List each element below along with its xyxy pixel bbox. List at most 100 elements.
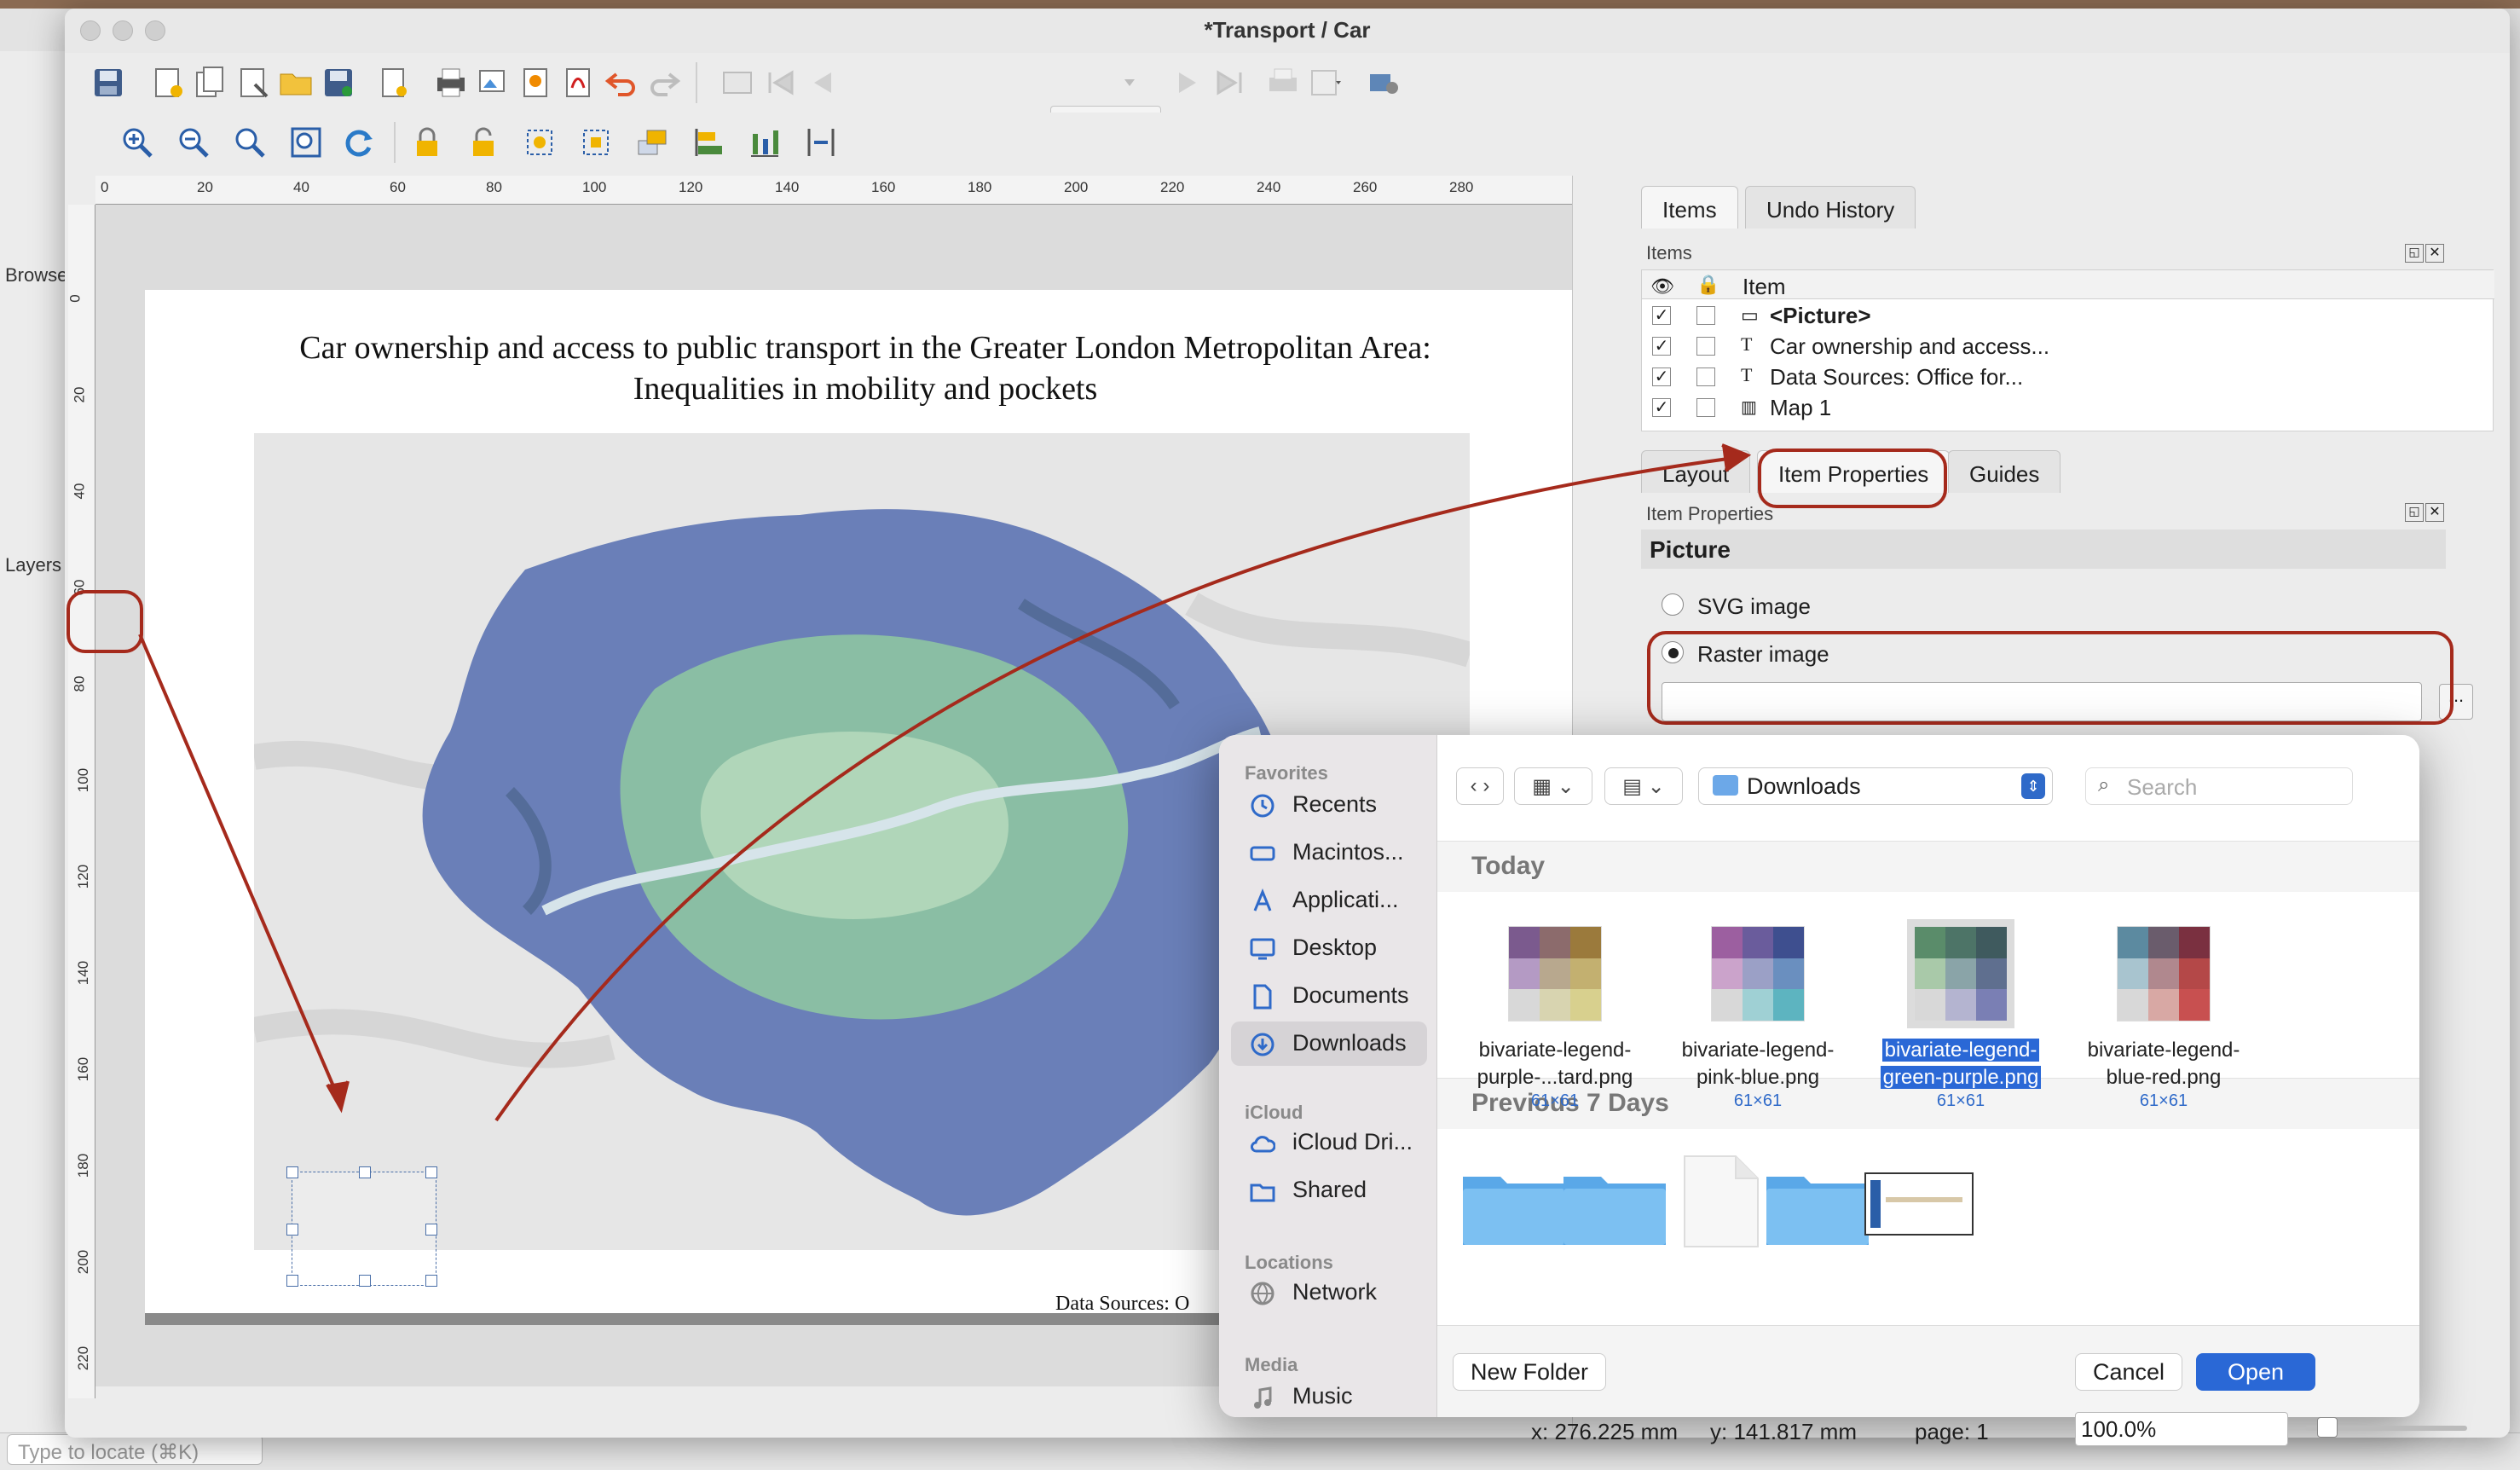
visible-checkbox[interactable]: ✓ [1652, 337, 1671, 356]
sidebar-item-downloads[interactable]: Downloads [1231, 1021, 1427, 1066]
lock-checkbox[interactable] [1696, 306, 1715, 325]
picture-item-selection[interactable] [286, 1166, 437, 1287]
visible-checkbox[interactable]: ✓ [1652, 306, 1671, 325]
tab-guides[interactable]: Guides [1948, 450, 2061, 493]
folder-icon[interactable] [1563, 1163, 1666, 1245]
new-page-icon[interactable] [372, 61, 414, 104]
new-folder-button[interactable]: New Folder [1453, 1353, 1606, 1391]
dropdown-arrow-icon[interactable] [1108, 61, 1151, 104]
previous-feature-icon[interactable] [801, 61, 844, 104]
sidebar-item-icloud-drive[interactable]: iCloud Dri... [1231, 1120, 1427, 1165]
lock-checkbox[interactable] [1696, 337, 1715, 356]
file-item[interactable]: bivariate-legend-pink-blue.png 61×61 [1664, 926, 1852, 1111]
group-items-icon[interactable] [518, 121, 561, 164]
visible-checkbox[interactable]: ✓ [1652, 368, 1671, 386]
sidebar-item-network[interactable]: Network [1231, 1270, 1427, 1315]
sidebar-item-music[interactable]: Music [1231, 1375, 1427, 1417]
resize-handle[interactable] [425, 1275, 437, 1287]
file-item[interactable]: bivariate-legend-green-purple.png 61×61 [1867, 919, 2055, 1111]
save-template-icon[interactable] [317, 61, 360, 104]
document-icon[interactable] [1683, 1155, 1760, 1248]
zoom-select[interactable]: 100.0% [2075, 1412, 2288, 1446]
resize-handle[interactable] [359, 1275, 371, 1287]
float-panel-icon[interactable]: ◱ [2405, 503, 2424, 522]
icon-view-button[interactable]: ▦ ⌄ [1514, 767, 1592, 805]
sidebar-item-documents[interactable]: Documents [1231, 974, 1427, 1018]
duplicate-layout-icon[interactable] [189, 61, 232, 104]
atlas-preview-icon[interactable] [716, 61, 759, 104]
redo-icon[interactable] [643, 61, 685, 104]
tab-layout[interactable]: Layout [1641, 450, 1751, 493]
last-feature-icon[interactable] [1209, 61, 1251, 104]
distribute-items-icon[interactable] [743, 121, 786, 164]
refresh-icon[interactable] [338, 121, 380, 164]
zoom-full-icon[interactable] [285, 121, 327, 164]
lock-items-icon[interactable] [406, 121, 448, 164]
first-feature-icon[interactable] [759, 61, 801, 104]
ungroup-items-icon[interactable] [575, 121, 617, 164]
export-pdf-icon[interactable] [558, 61, 600, 104]
resize-handle[interactable] [425, 1224, 437, 1236]
layout-title-line-1[interactable]: Car ownership and access to public trans… [145, 329, 1586, 367]
zoom-out-icon[interactable] [172, 121, 215, 164]
resize-handle[interactable] [286, 1166, 298, 1178]
sidebar-item-applications[interactable]: Applicati... [1231, 878, 1427, 923]
raise-items-icon[interactable] [631, 121, 673, 164]
zoom-slider-handle[interactable] [2317, 1417, 2338, 1438]
image-thumbnail-icon[interactable] [1864, 1172, 1974, 1240]
lock-checkbox[interactable] [1696, 398, 1715, 417]
print-atlas-icon[interactable] [1262, 61, 1304, 104]
file-item[interactable]: bivariate-legend-purple-...tard.png 61×61 [1461, 926, 1649, 1111]
export-image-icon[interactable] [472, 61, 515, 104]
lock-checkbox[interactable] [1696, 368, 1715, 386]
location-popup[interactable]: Downloads ⇕ [1698, 767, 2053, 805]
sidebar-item-macintosh[interactable]: Macintos... [1231, 830, 1427, 875]
tab-undo-history[interactable]: Undo History [1745, 186, 1916, 229]
resize-handle[interactable] [286, 1224, 298, 1236]
svg-radio[interactable] [1662, 593, 1684, 616]
layout-title-line-2[interactable]: Inequalities in mobility and pockets [145, 370, 1586, 408]
sidebar-item-recents[interactable]: Recents [1231, 783, 1427, 827]
atlas-settings-icon[interactable] [1362, 61, 1405, 104]
close-panel-icon[interactable]: ✕ [2425, 503, 2444, 522]
search-input[interactable]: ⌕ Search [2085, 767, 2353, 805]
print-icon[interactable] [430, 61, 472, 104]
data-sources-label[interactable]: Data Sources: O [1055, 1293, 1189, 1316]
export-atlas-icon[interactable] [1304, 61, 1347, 104]
zoom-in-icon[interactable] [116, 121, 159, 164]
resize-handle[interactable] [286, 1275, 298, 1287]
save-icon[interactable] [87, 61, 130, 104]
svg-image-option[interactable]: SVG image [1662, 588, 2003, 622]
resize-handle[interactable] [425, 1166, 437, 1178]
item-row-title[interactable]: ✓ T Car ownership and access... [1642, 332, 2494, 362]
item-row-map[interactable]: ✓ ▥ Map 1 [1642, 393, 2494, 424]
item-row-data-sources[interactable]: ✓ T Data Sources: Office for... [1642, 362, 2494, 393]
next-feature-icon[interactable] [1166, 61, 1209, 104]
resize-items-icon[interactable] [800, 121, 842, 164]
folder-icon[interactable] [1766, 1163, 1869, 1245]
group-by-button[interactable]: ▤ ⌄ [1604, 767, 1683, 805]
sidebar-item-shared[interactable]: Shared [1231, 1168, 1427, 1212]
align-items-icon[interactable] [687, 121, 730, 164]
ruler-tick-label: 220 [75, 1346, 92, 1371]
new-layout-icon[interactable] [147, 61, 189, 104]
visible-checkbox[interactable]: ✓ [1652, 398, 1671, 417]
open-button[interactable]: Open [2196, 1353, 2315, 1391]
close-panel-icon[interactable]: ✕ [2425, 244, 2444, 263]
sidebar-item-desktop[interactable]: Desktop [1231, 926, 1427, 970]
file-item[interactable]: bivariate-legend-blue-red.png 61×61 [2070, 926, 2257, 1111]
layout-manager-icon[interactable] [232, 61, 275, 104]
item-row-picture[interactable]: ✓ ▭ <Picture> [1642, 301, 2494, 332]
resize-handle[interactable] [359, 1166, 371, 1178]
cancel-button[interactable]: Cancel [2075, 1353, 2182, 1391]
zoom-actual-icon[interactable] [228, 121, 271, 164]
folder-icon[interactable] [1463, 1163, 1565, 1245]
tab-items[interactable]: Items [1641, 186, 1738, 229]
back-button[interactable]: ‹ › [1456, 767, 1504, 805]
unlock-items-icon[interactable] [462, 121, 505, 164]
float-panel-icon[interactable]: ◱ [2405, 244, 2424, 263]
undo-icon[interactable] [600, 61, 643, 104]
open-template-icon[interactable] [275, 61, 317, 104]
export-svg-icon[interactable] [515, 61, 558, 104]
locate-input[interactable]: Type to locate (⌘K) [7, 1434, 263, 1465]
